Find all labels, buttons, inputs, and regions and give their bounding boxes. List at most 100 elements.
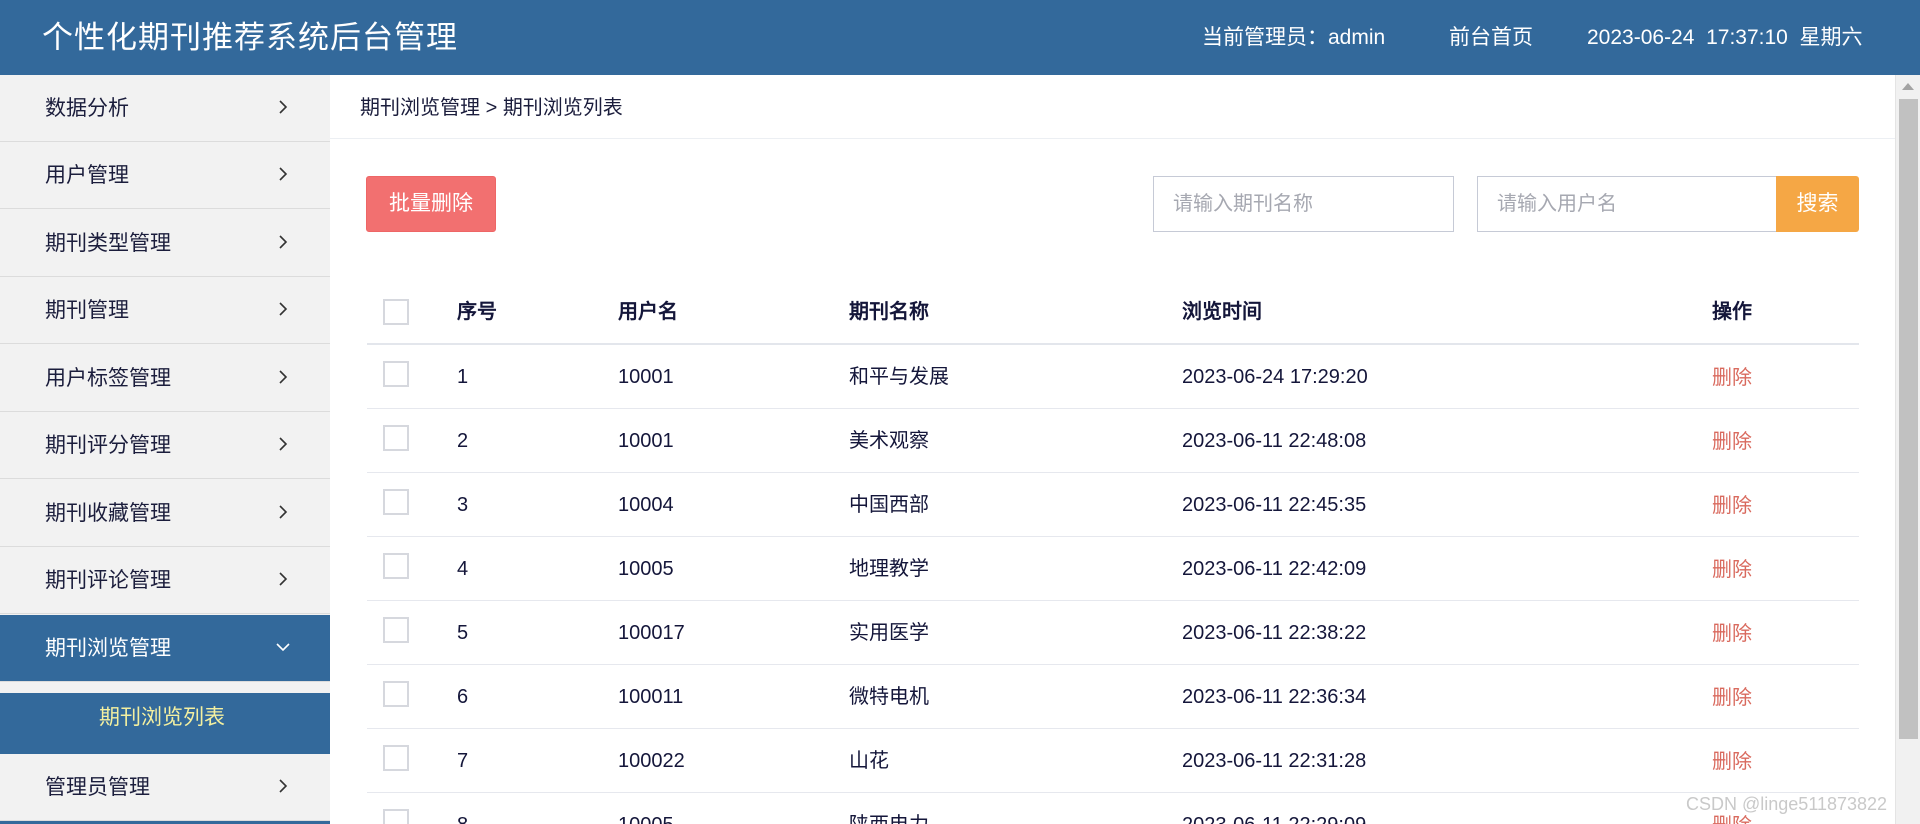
column-header-username: 用户名 xyxy=(618,301,678,323)
sidebar-item-journal-management[interactable]: 期刊管理 xyxy=(0,277,330,344)
delete-link[interactable]: 删除 xyxy=(1712,749,1752,775)
sidebar-item-data-analysis[interactable]: 数据分析 xyxy=(0,75,330,142)
cell-journal-name: 微特电机 xyxy=(849,686,929,708)
cell-index: 3 xyxy=(457,494,469,516)
cell-username: 10004 xyxy=(618,494,674,516)
sidebar-item-label: 期刊类型管理 xyxy=(45,232,171,255)
row-checkbox[interactable] xyxy=(383,617,409,643)
row-checkbox[interactable] xyxy=(383,809,409,824)
cell-index: 1 xyxy=(457,366,469,388)
cell-browse-time: 2023-06-11 22:48:08 xyxy=(1182,430,1367,452)
scroll-up-arrow-icon[interactable] xyxy=(1902,83,1914,90)
cell-browse-time: 2023-06-11 22:42:09 xyxy=(1182,558,1367,580)
journal-name-search-input[interactable] xyxy=(1153,176,1454,232)
scrollbar-thumb[interactable] xyxy=(1899,99,1918,739)
batch-delete-button[interactable]: 批量删除 xyxy=(366,176,496,232)
delete-link[interactable]: 删除 xyxy=(1712,493,1752,519)
row-checkbox[interactable] xyxy=(383,553,409,579)
sidebar-item-journal-browse-management[interactable]: 期刊浏览管理 xyxy=(0,615,330,682)
sidebar-item-label: 期刊收藏管理 xyxy=(45,502,171,525)
current-datetime: 2023-06-24 17:37:10 星期六 xyxy=(1587,26,1863,49)
column-header-index: 序号 xyxy=(457,301,497,323)
cell-index: 4 xyxy=(457,558,469,580)
sidebar-item-label: 管理员管理 xyxy=(45,776,150,799)
sidebar-item-label: 用户标签管理 xyxy=(45,367,171,390)
delete-link[interactable]: 删除 xyxy=(1712,621,1752,647)
cell-journal-name: 中国西部 xyxy=(849,494,929,516)
sidebar-item-user-tag-management[interactable]: 用户标签管理 xyxy=(0,345,330,412)
column-header-journal-name: 期刊名称 xyxy=(849,301,929,323)
chevron-down-icon xyxy=(276,643,290,652)
cell-username: 10001 xyxy=(618,366,674,388)
chevron-right-icon xyxy=(279,505,288,519)
cell-username: 10001 xyxy=(618,430,674,452)
table-row: 2 10001 美术观察 2023-06-11 22:48:08 删除 xyxy=(367,409,1859,473)
cell-username: 100022 xyxy=(618,750,685,772)
breadcrumb-trail: 期刊浏览管理 > 期刊浏览列表 xyxy=(360,95,623,121)
cell-journal-name: 和平与发展 xyxy=(849,366,949,388)
frontend-home-link[interactable]: 前台首页 xyxy=(1449,24,1533,52)
cell-index: 2 xyxy=(457,430,469,452)
cell-index: 7 xyxy=(457,750,469,772)
sidebar-subitem-browse-list[interactable]: 期刊浏览列表 xyxy=(99,704,225,732)
sidebar-item-label: 用户管理 xyxy=(45,164,129,187)
breadcrumb-separator: > xyxy=(485,97,498,119)
table-row: 6 100011 微特电机 2023-06-11 22:36:34 删除 xyxy=(367,665,1859,729)
table-row: 8 10005 陕西电力 2023-06-11 22:29:09 删除 xyxy=(367,793,1859,824)
cell-journal-name: 实用医学 xyxy=(849,622,929,644)
chevron-right-icon xyxy=(279,370,288,384)
chevron-right-icon xyxy=(279,235,288,249)
watermark: CSDN @linge511873822 xyxy=(1686,794,1888,814)
chevron-right-icon xyxy=(279,100,288,114)
delete-link[interactable]: 删除 xyxy=(1712,365,1752,391)
chevron-right-icon xyxy=(279,779,288,793)
chevron-right-icon xyxy=(279,572,288,586)
sidebar-item-label: 数据分析 xyxy=(45,97,129,120)
cell-journal-name: 陕西电力 xyxy=(849,812,929,824)
cell-browse-time: 2023-06-11 22:38:22 xyxy=(1182,622,1367,644)
cell-index: 8 xyxy=(457,812,468,824)
cell-browse-time: 2023-06-11 22:31:28 xyxy=(1182,750,1367,772)
search-button[interactable]: 搜索 xyxy=(1776,176,1859,232)
breadcrumb: 期刊浏览管理 > 期刊浏览列表 xyxy=(330,75,1895,139)
vertical-scrollbar[interactable] xyxy=(1895,75,1920,824)
table-row: 5 100017 实用医学 2023-06-11 22:38:22 删除 xyxy=(367,601,1859,665)
cell-journal-name: 地理教学 xyxy=(849,558,929,580)
row-checkbox[interactable] xyxy=(383,361,409,387)
main-content: 期刊浏览管理 > 期刊浏览列表 批量删除 搜索 序号 用户名 期刊名称 浏览时间… xyxy=(330,75,1895,824)
sidebar-item-journal-comment-management[interactable]: 期刊评论管理 xyxy=(0,547,330,614)
chevron-right-icon xyxy=(279,302,288,316)
row-checkbox[interactable] xyxy=(383,681,409,707)
table-row: 3 10004 中国西部 2023-06-11 22:45:35 删除 xyxy=(367,473,1859,537)
sidebar-item-journal-type-management[interactable]: 期刊类型管理 xyxy=(0,210,330,277)
cell-username: 10005 xyxy=(618,558,674,580)
row-checkbox[interactable] xyxy=(383,489,409,515)
sidebar-item-label: 期刊评分管理 xyxy=(45,434,171,457)
delete-link[interactable]: 删除 xyxy=(1712,429,1752,455)
table-header: 序号 用户名 期刊名称 浏览时间 操作 xyxy=(367,279,1859,345)
cell-browse-time: 2023-06-24 17:29:20 xyxy=(1182,366,1368,388)
breadcrumb-parent[interactable]: 期刊浏览管理 xyxy=(360,95,480,121)
row-checkbox[interactable] xyxy=(383,745,409,771)
sidebar-item-label: 期刊浏览管理 xyxy=(45,637,171,660)
cell-journal-name: 山花 xyxy=(849,750,889,772)
cell-index: 6 xyxy=(457,686,469,708)
sidebar-item-journal-favorite-management[interactable]: 期刊收藏管理 xyxy=(0,480,330,547)
column-header-browse-time: 浏览时间 xyxy=(1182,301,1262,323)
delete-link[interactable]: 删除 xyxy=(1712,685,1752,711)
row-checkbox[interactable] xyxy=(383,425,409,451)
table-row: 1 10001 和平与发展 2023-06-24 17:29:20 删除 xyxy=(367,345,1859,409)
sidebar-item-admin-management[interactable]: 管理员管理 xyxy=(0,754,330,821)
select-all-checkbox[interactable] xyxy=(383,299,409,325)
cell-username: 100011 xyxy=(618,686,684,708)
cell-journal-name: 美术观察 xyxy=(849,430,929,452)
cell-username: 100017 xyxy=(618,622,685,644)
current-admin-label: 当前管理员：admin xyxy=(1202,26,1386,49)
cell-browse-time: 2023-06-11 22:29:09 xyxy=(1182,812,1366,824)
chevron-right-icon xyxy=(279,167,288,181)
sidebar-item-journal-rating-management[interactable]: 期刊评分管理 xyxy=(0,412,330,479)
app-title: 个性化期刊推荐系统后台管理 xyxy=(42,20,458,55)
sidebar-item-user-management[interactable]: 用户管理 xyxy=(0,142,330,209)
username-search-input[interactable] xyxy=(1477,176,1777,232)
delete-link[interactable]: 删除 xyxy=(1712,557,1752,583)
